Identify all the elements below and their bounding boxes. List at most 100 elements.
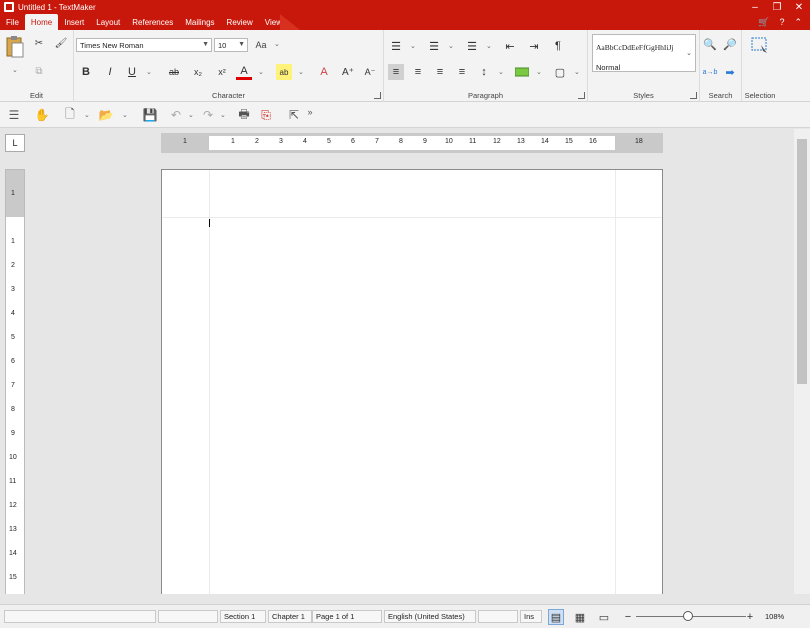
ribbon-right-icons: 🛒 ? ⌃ [758,14,802,30]
borders-dropdown-icon[interactable]: ⌄ [574,68,580,76]
grow-font-icon[interactable]: A⁺ [340,64,356,80]
close-icon[interactable]: ✕ [788,0,810,14]
shading-icon[interactable] [514,64,530,80]
paste-dropdown-icon[interactable]: ⌄ [12,66,18,74]
underline-icon[interactable]: U [124,64,140,80]
tab-references[interactable]: References [126,14,179,30]
new-dropdown-icon[interactable]: ⌄ [84,111,90,119]
line-spacing-dropdown-icon[interactable]: ⌄ [498,68,504,76]
superscript-icon[interactable]: x² [214,64,230,80]
italic-icon[interactable]: I [102,64,118,80]
outline-view-icon[interactable]: ▦ [572,609,588,625]
horizontal-ruler[interactable]: 1 1 2 3 4 5 6 7 8 9 10 11 12 13 14 15 16… [161,133,663,153]
minimize-icon[interactable]: – [744,0,766,14]
bold-icon[interactable]: B [78,64,94,80]
cart-icon[interactable]: 🛒 [758,17,769,28]
tab-review[interactable]: Review [221,14,259,30]
align-left-icon[interactable]: ≡ [388,64,404,80]
open-folder-icon[interactable]: 📂 [98,107,114,123]
zoom-slider-knob[interactable] [683,611,693,621]
underline-dropdown-icon[interactable]: ⌄ [146,68,152,76]
tab-insert[interactable]: Insert [58,14,90,30]
status-insert-mode[interactable]: Ins [520,610,542,623]
font-size-combo[interactable]: 10 ▼ [214,38,248,52]
highlight-dropdown-icon[interactable]: ⌄ [298,68,304,76]
multilevel-list-icon[interactable]: ☰ [464,38,480,54]
strikethrough-icon[interactable]: ab [166,64,182,80]
font-name-combo[interactable]: Times New Roman ▼ [76,38,212,52]
scrollbar-thumb[interactable] [797,139,807,384]
vertical-ruler[interactable]: 1 1 2 3 4 5 6 7 8 9 10 11 12 13 14 15 [5,169,25,594]
shrink-font-icon[interactable]: A⁻ [362,64,378,80]
goto-icon[interactable]: ➡ [722,64,738,80]
undo-icon[interactable]: ↶ [168,107,184,123]
new-document-icon[interactable]: 🗋 [62,107,78,123]
app-icon[interactable] [4,2,14,12]
subscript-icon[interactable]: x₂ [190,64,206,80]
status-language[interactable]: English (United States) [384,610,476,623]
tab-file[interactable]: File [0,14,25,30]
tab-stop-type-icon[interactable]: L [5,134,25,152]
line-spacing-icon[interactable]: ↕ [476,64,492,80]
borders-icon[interactable]: ▢ [552,64,568,80]
clear-formatting-icon[interactable]: A [316,64,332,80]
status-page[interactable]: Page 1 of 1 [312,610,382,623]
vertical-scrollbar[interactable] [794,129,810,594]
open-dropdown-icon[interactable]: ⌄ [122,111,128,119]
restore-icon[interactable]: ❐ [766,0,788,14]
format-painter-icon[interactable]: 🖌 [54,36,68,50]
font-color-icon[interactable]: A [236,64,252,80]
styles-dialog-launcher-icon[interactable] [690,92,697,99]
bullets-dropdown-icon[interactable]: ⌄ [410,42,416,50]
object-select-icon[interactable]: ⇱ [286,107,302,123]
align-right-icon[interactable]: ≡ [432,64,448,80]
tab-home[interactable]: Home [24,14,59,30]
copy-icon[interactable]: ⧉ [32,64,46,78]
zoom-out-icon[interactable]: − [620,609,636,625]
bullets-icon[interactable]: ☰ [388,38,404,54]
tab-layout[interactable]: Layout [90,14,126,30]
undo-dropdown-icon[interactable]: ⌄ [188,111,194,119]
paragraph-dialog-launcher-icon[interactable] [578,92,585,99]
hand-tool-icon[interactable]: ✋ [34,107,50,123]
hamburger-menu-icon[interactable]: ☰ [6,107,22,123]
search-again-icon[interactable]: 🔎 [722,36,738,52]
save-icon[interactable]: 💾 [142,107,158,123]
document-page[interactable] [161,169,663,594]
increase-indent-icon[interactable]: ⇥ [526,38,542,54]
pilcrow-icon[interactable]: ¶ [550,38,566,54]
search-icon[interactable]: 🔍 [702,36,718,52]
character-dialog-launcher-icon[interactable] [374,92,381,99]
styles-gallery[interactable]: AaBbCcDdEeFfGgHhIiJj Normal ⌄ [592,34,696,72]
ruler-tick: 5 [11,334,15,341]
zoom-level[interactable]: 108% [762,610,794,623]
align-center-icon[interactable]: ≡ [410,64,426,80]
font-color-dropdown-icon[interactable]: ⌄ [258,68,264,76]
print-icon[interactable]: 🖶 [236,107,252,123]
justify-icon[interactable]: ≡ [454,64,470,80]
shading-dropdown-icon[interactable]: ⌄ [536,68,542,76]
replace-icon[interactable]: a→b [702,64,718,80]
tab-mailings[interactable]: Mailings [179,14,220,30]
cut-icon[interactable]: ✂ [32,36,46,50]
change-case-icon[interactable]: Aa [254,38,268,52]
paste-icon[interactable] [4,34,26,60]
change-case-dropdown-icon[interactable]: ⌄ [274,40,280,48]
normal-view-icon[interactable]: ▤ [548,609,564,625]
numbering-icon[interactable]: ☰ [426,38,442,54]
export-pdf-icon[interactable]: ⎘ [258,107,274,123]
collapse-ribbon-icon[interactable]: ⌃ [794,17,802,28]
numbering-dropdown-icon[interactable]: ⌄ [448,42,454,50]
ruler-tick: 1 [11,238,15,245]
chevron-down-icon[interactable]: ⌄ [686,49,692,57]
zoom-in-icon[interactable]: + [742,609,758,625]
highlight-icon[interactable]: ab [276,64,292,80]
selection-icon[interactable] [750,36,770,56]
redo-icon[interactable]: ↷ [200,107,216,123]
help-icon[interactable]: ? [779,17,784,27]
page-view-icon[interactable]: ▭ [596,609,612,625]
redo-dropdown-icon[interactable]: ⌄ [220,111,226,119]
more-tools-icon[interactable]: » [302,104,318,120]
multilevel-dropdown-icon[interactable]: ⌄ [486,42,492,50]
decrease-indent-icon[interactable]: ⇤ [502,38,518,54]
